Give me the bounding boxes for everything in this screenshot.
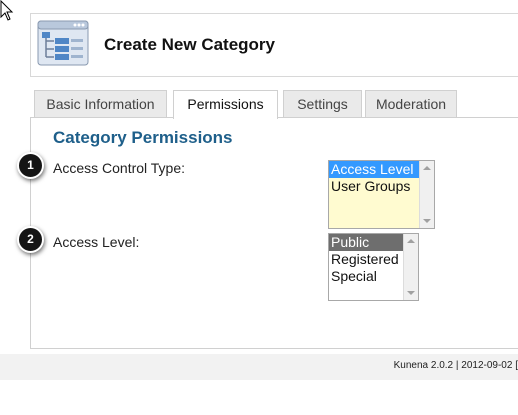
scroll-down-icon[interactable] bbox=[407, 291, 415, 295]
scroll-down-icon[interactable] bbox=[423, 219, 431, 223]
access-control-type-select[interactable]: Access Level User Groups bbox=[328, 160, 435, 229]
page-title: Create New Category bbox=[104, 35, 276, 54]
page-header: Create New Category bbox=[30, 13, 518, 77]
scrollbar[interactable] bbox=[403, 234, 418, 300]
access-level-label: Access Level: bbox=[53, 234, 140, 250]
tab-basic-information[interactable]: Basic Information bbox=[34, 90, 167, 118]
version-info: Kunena 2.0.2 | 2012-09-02 [ bbox=[393, 360, 518, 371]
category-tree-icon bbox=[37, 20, 89, 66]
tab-moderation[interactable]: Moderation bbox=[365, 90, 457, 118]
section-title: Category Permissions bbox=[53, 128, 233, 147]
step-1-badge: 1 bbox=[17, 152, 44, 179]
access-level-select[interactable]: Public Registered Special bbox=[328, 233, 419, 301]
step-2-badge: 2 bbox=[17, 226, 44, 253]
tab-bar: Basic Information Permissions Settings M… bbox=[34, 90, 518, 119]
scroll-up-icon[interactable] bbox=[407, 239, 415, 243]
permissions-panel: Category Permissions Access Control Type… bbox=[30, 117, 518, 349]
tab-settings[interactable]: Settings bbox=[283, 90, 362, 118]
footer: Kunena 2.0.2 | 2012-09-02 [ bbox=[0, 354, 518, 380]
tab-permissions[interactable]: Permissions bbox=[173, 90, 278, 119]
arrow-cursor-icon bbox=[0, 0, 14, 21]
scrollbar[interactable] bbox=[419, 161, 434, 228]
access-control-type-label: Access Control Type: bbox=[53, 160, 186, 176]
scroll-up-icon[interactable] bbox=[423, 166, 431, 170]
